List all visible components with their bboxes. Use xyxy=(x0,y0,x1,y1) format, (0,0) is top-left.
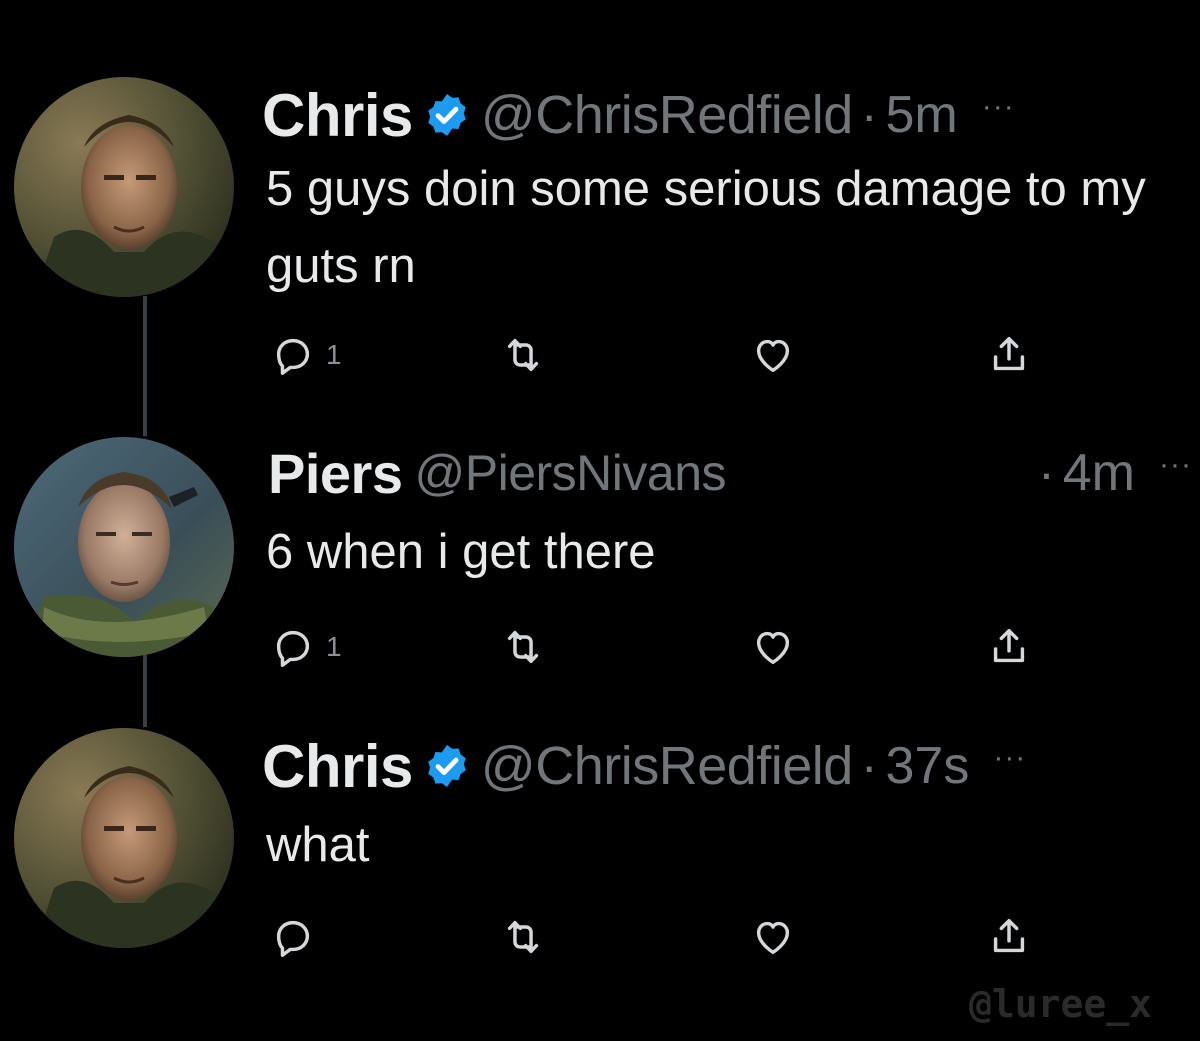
user-handle[interactable]: @ChrisRedfield xyxy=(481,735,853,797)
chris-avatar-image xyxy=(14,77,234,297)
share-button[interactable] xyxy=(986,330,1032,380)
timestamp[interactable]: 37s xyxy=(885,736,969,796)
separator-dot: · xyxy=(1038,445,1055,501)
thread-line-2 xyxy=(143,655,147,727)
like-button[interactable] xyxy=(750,912,796,962)
tweet-actions: 1 xyxy=(266,330,1066,380)
reply-button[interactable]: 1 xyxy=(270,622,342,672)
timestamp[interactable]: 5m xyxy=(885,85,957,145)
display-name[interactable]: Piers xyxy=(268,441,403,506)
reply-icon xyxy=(276,338,310,375)
like-button[interactable] xyxy=(750,330,796,380)
verified-badge-icon xyxy=(423,742,471,790)
reply-icon xyxy=(276,630,310,667)
user-handle[interactable]: @ChrisRedfield xyxy=(481,84,853,146)
user-handle[interactable]: @PiersNivans xyxy=(415,444,727,502)
retweet-button[interactable] xyxy=(500,912,546,962)
avatar[interactable] xyxy=(14,437,234,657)
retweet-icon xyxy=(507,630,539,664)
share-button[interactable] xyxy=(986,912,1032,962)
thread-line-1 xyxy=(143,296,147,436)
reply-button[interactable]: 1 xyxy=(270,330,342,380)
more-icon[interactable]: ··· xyxy=(1159,448,1192,482)
display-name[interactable]: Chris xyxy=(262,732,413,801)
display-name[interactable]: Chris xyxy=(262,81,413,150)
tweet-actions: 1 xyxy=(266,622,1066,672)
reply-count: 1 xyxy=(326,631,342,662)
heart-icon xyxy=(756,921,790,955)
retweet-icon xyxy=(507,920,539,954)
share-icon xyxy=(993,628,1025,663)
separator-dot: · xyxy=(860,87,878,143)
reply-button[interactable] xyxy=(270,912,326,962)
heart-icon xyxy=(756,631,790,665)
avatar[interactable] xyxy=(14,77,234,297)
share-icon xyxy=(993,918,1025,953)
piers-avatar-image xyxy=(14,437,234,657)
retweet-button[interactable] xyxy=(500,330,546,380)
retweet-icon xyxy=(507,338,539,372)
tweet-text: what xyxy=(266,818,370,872)
tweet-actions xyxy=(266,912,1066,962)
tweet-text: 6 when i get there xyxy=(266,525,656,579)
separator-dot: · xyxy=(860,738,878,794)
avatar[interactable] xyxy=(14,728,234,948)
tweet-text: 5 guys doin some serious damage to my gu… xyxy=(266,162,1146,293)
like-button[interactable] xyxy=(750,622,796,672)
watermark: @luree_x xyxy=(968,982,1152,1026)
tweet-header: Chris @ChrisRedfield · 5m ··· xyxy=(262,80,1192,150)
share-button[interactable] xyxy=(986,622,1032,672)
share-icon xyxy=(993,336,1025,371)
reply-count: 1 xyxy=(326,339,342,370)
timestamp[interactable]: 4m xyxy=(1063,443,1135,503)
verified-badge-icon xyxy=(423,91,471,139)
tweet-header: Chris @ChrisRedfield · 37s ··· xyxy=(262,731,1192,801)
heart-icon xyxy=(756,339,790,373)
retweet-button[interactable] xyxy=(500,622,546,672)
chris-avatar-image xyxy=(14,728,234,948)
reply-icon xyxy=(276,920,310,957)
more-icon[interactable]: ··· xyxy=(993,741,1026,775)
more-icon[interactable]: ··· xyxy=(982,90,1015,124)
tweet-header: Piers @PiersNivans · 4m ··· xyxy=(262,438,1192,508)
